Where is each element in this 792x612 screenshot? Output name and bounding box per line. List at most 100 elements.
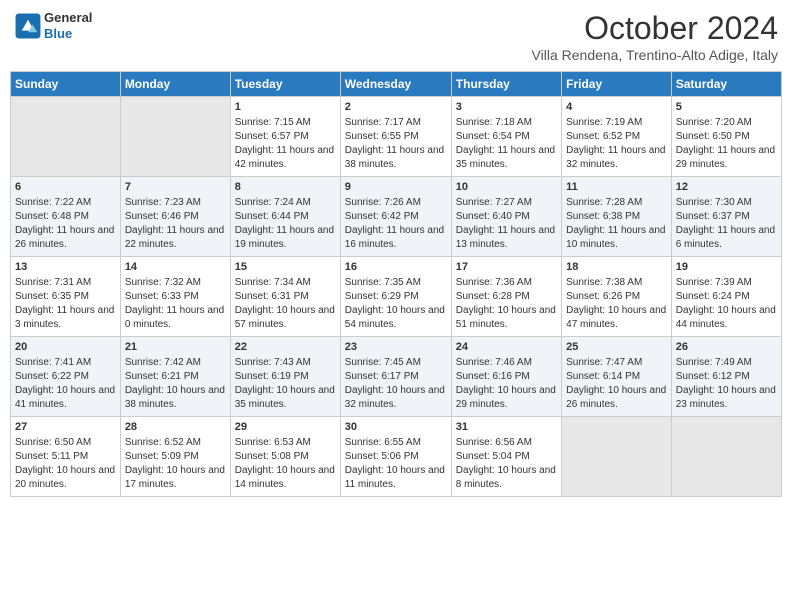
sunrise-text: Sunrise: 7:28 AM bbox=[566, 196, 667, 210]
logo: General Blue bbox=[14, 10, 92, 41]
calendar-cell: 16Sunrise: 7:35 AMSunset: 6:29 PMDayligh… bbox=[340, 257, 451, 337]
calendar-cell bbox=[11, 97, 121, 177]
calendar-cell: 20Sunrise: 7:41 AMSunset: 6:22 PMDayligh… bbox=[11, 337, 121, 417]
sunset-text: Sunset: 6:50 PM bbox=[676, 130, 777, 144]
daylight-text: Daylight: 10 hours and 57 minutes. bbox=[235, 304, 336, 332]
day-number: 17 bbox=[456, 260, 557, 275]
daylight-text: Daylight: 10 hours and 11 minutes. bbox=[345, 464, 447, 492]
daylight-text: Daylight: 10 hours and 8 minutes. bbox=[456, 464, 557, 492]
calendar-table: SundayMondayTuesdayWednesdayThursdayFrid… bbox=[10, 71, 782, 497]
logo-text: General Blue bbox=[44, 10, 92, 41]
logo-line2: Blue bbox=[44, 26, 92, 42]
calendar-body: 1Sunrise: 7:15 AMSunset: 6:57 PMDaylight… bbox=[11, 97, 782, 497]
day-number: 10 bbox=[456, 180, 557, 195]
sunrise-text: Sunrise: 7:24 AM bbox=[235, 196, 336, 210]
day-number: 15 bbox=[235, 260, 336, 275]
day-number: 12 bbox=[676, 180, 777, 195]
sunrise-text: Sunrise: 7:18 AM bbox=[456, 116, 557, 130]
calendar-cell: 1Sunrise: 7:15 AMSunset: 6:57 PMDaylight… bbox=[230, 97, 340, 177]
day-number: 23 bbox=[345, 340, 447, 355]
calendar-cell: 5Sunrise: 7:20 AMSunset: 6:50 PMDaylight… bbox=[671, 97, 781, 177]
sunset-text: Sunset: 6:38 PM bbox=[566, 210, 667, 224]
calendar-week-4: 20Sunrise: 7:41 AMSunset: 6:22 PMDayligh… bbox=[11, 337, 782, 417]
daylight-text: Daylight: 11 hours and 42 minutes. bbox=[235, 144, 336, 172]
calendar-cell: 25Sunrise: 7:47 AMSunset: 6:14 PMDayligh… bbox=[562, 337, 672, 417]
sunrise-text: Sunrise: 7:26 AM bbox=[345, 196, 447, 210]
calendar-cell: 21Sunrise: 7:42 AMSunset: 6:21 PMDayligh… bbox=[120, 337, 230, 417]
sunrise-text: Sunrise: 7:45 AM bbox=[345, 356, 447, 370]
daylight-text: Daylight: 11 hours and 10 minutes. bbox=[566, 224, 667, 252]
daylight-text: Daylight: 11 hours and 13 minutes. bbox=[456, 224, 557, 252]
sunrise-text: Sunrise: 7:23 AM bbox=[125, 196, 226, 210]
sunrise-text: Sunrise: 6:53 AM bbox=[235, 436, 336, 450]
calendar-cell: 28Sunrise: 6:52 AMSunset: 5:09 PMDayligh… bbox=[120, 417, 230, 497]
day-number: 1 bbox=[235, 100, 336, 115]
daylight-text: Daylight: 10 hours and 51 minutes. bbox=[456, 304, 557, 332]
day-number: 5 bbox=[676, 100, 777, 115]
calendar-cell: 6Sunrise: 7:22 AMSunset: 6:48 PMDaylight… bbox=[11, 177, 121, 257]
weekday-saturday: Saturday bbox=[671, 72, 781, 97]
weekday-thursday: Thursday bbox=[451, 72, 561, 97]
day-number: 24 bbox=[456, 340, 557, 355]
calendar-week-3: 13Sunrise: 7:31 AMSunset: 6:35 PMDayligh… bbox=[11, 257, 782, 337]
sunrise-text: Sunrise: 7:34 AM bbox=[235, 276, 336, 290]
calendar-cell: 24Sunrise: 7:46 AMSunset: 6:16 PMDayligh… bbox=[451, 337, 561, 417]
sunset-text: Sunset: 6:54 PM bbox=[456, 130, 557, 144]
sunrise-text: Sunrise: 6:50 AM bbox=[15, 436, 116, 450]
sunrise-text: Sunrise: 7:42 AM bbox=[125, 356, 226, 370]
sunset-text: Sunset: 5:09 PM bbox=[125, 450, 226, 464]
sunset-text: Sunset: 6:26 PM bbox=[566, 290, 667, 304]
calendar-cell: 15Sunrise: 7:34 AMSunset: 6:31 PMDayligh… bbox=[230, 257, 340, 337]
daylight-text: Daylight: 10 hours and 35 minutes. bbox=[235, 384, 336, 412]
sunset-text: Sunset: 6:24 PM bbox=[676, 290, 777, 304]
sunset-text: Sunset: 6:44 PM bbox=[235, 210, 336, 224]
daylight-text: Daylight: 11 hours and 16 minutes. bbox=[345, 224, 447, 252]
sunrise-text: Sunrise: 7:46 AM bbox=[456, 356, 557, 370]
weekday-tuesday: Tuesday bbox=[230, 72, 340, 97]
sunset-text: Sunset: 6:16 PM bbox=[456, 370, 557, 384]
sunset-text: Sunset: 6:29 PM bbox=[345, 290, 447, 304]
sunrise-text: Sunrise: 7:43 AM bbox=[235, 356, 336, 370]
daylight-text: Daylight: 10 hours and 38 minutes. bbox=[125, 384, 226, 412]
daylight-text: Daylight: 11 hours and 6 minutes. bbox=[676, 224, 777, 252]
sunset-text: Sunset: 6:21 PM bbox=[125, 370, 226, 384]
daylight-text: Daylight: 11 hours and 35 minutes. bbox=[456, 144, 557, 172]
calendar-cell: 3Sunrise: 7:18 AMSunset: 6:54 PMDaylight… bbox=[451, 97, 561, 177]
sunrise-text: Sunrise: 7:27 AM bbox=[456, 196, 557, 210]
title-block: October 2024 Villa Rendena, Trentino-Alt… bbox=[532, 10, 778, 63]
sunrise-text: Sunrise: 6:56 AM bbox=[456, 436, 557, 450]
daylight-text: Daylight: 11 hours and 22 minutes. bbox=[125, 224, 226, 252]
sunset-text: Sunset: 6:57 PM bbox=[235, 130, 336, 144]
weekday-header-row: SundayMondayTuesdayWednesdayThursdayFrid… bbox=[11, 72, 782, 97]
calendar-cell: 26Sunrise: 7:49 AMSunset: 6:12 PMDayligh… bbox=[671, 337, 781, 417]
daylight-text: Daylight: 11 hours and 29 minutes. bbox=[676, 144, 777, 172]
sunrise-text: Sunrise: 6:52 AM bbox=[125, 436, 226, 450]
sunset-text: Sunset: 6:35 PM bbox=[15, 290, 116, 304]
daylight-text: Daylight: 11 hours and 3 minutes. bbox=[15, 304, 116, 332]
sunset-text: Sunset: 6:42 PM bbox=[345, 210, 447, 224]
sunset-text: Sunset: 6:52 PM bbox=[566, 130, 667, 144]
day-number: 29 bbox=[235, 420, 336, 435]
daylight-text: Daylight: 10 hours and 14 minutes. bbox=[235, 464, 336, 492]
calendar-cell: 13Sunrise: 7:31 AMSunset: 6:35 PMDayligh… bbox=[11, 257, 121, 337]
day-number: 28 bbox=[125, 420, 226, 435]
sunrise-text: Sunrise: 7:39 AM bbox=[676, 276, 777, 290]
day-number: 13 bbox=[15, 260, 116, 275]
daylight-text: Daylight: 10 hours and 20 minutes. bbox=[15, 464, 116, 492]
sunset-text: Sunset: 6:19 PM bbox=[235, 370, 336, 384]
calendar-cell: 17Sunrise: 7:36 AMSunset: 6:28 PMDayligh… bbox=[451, 257, 561, 337]
daylight-text: Daylight: 10 hours and 26 minutes. bbox=[566, 384, 667, 412]
daylight-text: Daylight: 10 hours and 23 minutes. bbox=[676, 384, 777, 412]
main-title: October 2024 bbox=[532, 10, 778, 47]
calendar-cell: 29Sunrise: 6:53 AMSunset: 5:08 PMDayligh… bbox=[230, 417, 340, 497]
sunrise-text: Sunrise: 7:17 AM bbox=[345, 116, 447, 130]
sunset-text: Sunset: 6:12 PM bbox=[676, 370, 777, 384]
day-number: 9 bbox=[345, 180, 447, 195]
calendar-cell: 19Sunrise: 7:39 AMSunset: 6:24 PMDayligh… bbox=[671, 257, 781, 337]
daylight-text: Daylight: 11 hours and 32 minutes. bbox=[566, 144, 667, 172]
page-header: General Blue October 2024 Villa Rendena,… bbox=[10, 10, 782, 63]
calendar-cell: 4Sunrise: 7:19 AMSunset: 6:52 PMDaylight… bbox=[562, 97, 672, 177]
calendar-cell: 22Sunrise: 7:43 AMSunset: 6:19 PMDayligh… bbox=[230, 337, 340, 417]
day-number: 8 bbox=[235, 180, 336, 195]
sunset-text: Sunset: 6:17 PM bbox=[345, 370, 447, 384]
